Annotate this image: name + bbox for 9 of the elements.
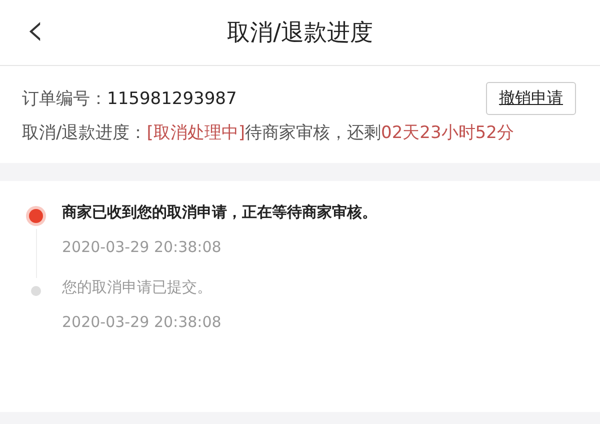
order-number: 订单编号：115981293987 [22,88,237,110]
back-icon[interactable]: ‹ [26,6,44,52]
progress-text: 取消/退款进度：[取消处理中]待商家审核，还剩02天23小时52分 [22,122,515,145]
timeline-time: 2020-03-29 20:38:08 [62,238,222,256]
timeline-message: 您的取消申请已提交。 [62,278,213,297]
revoke-button[interactable]: 撤销申请 [486,82,576,115]
page-title: 取消/退款进度 [227,19,373,48]
timeline-time: 2020-03-29 20:38:08 [62,313,222,331]
timeline-message: 商家已收到您的取消申请，正在等待商家审核。 [62,203,377,222]
